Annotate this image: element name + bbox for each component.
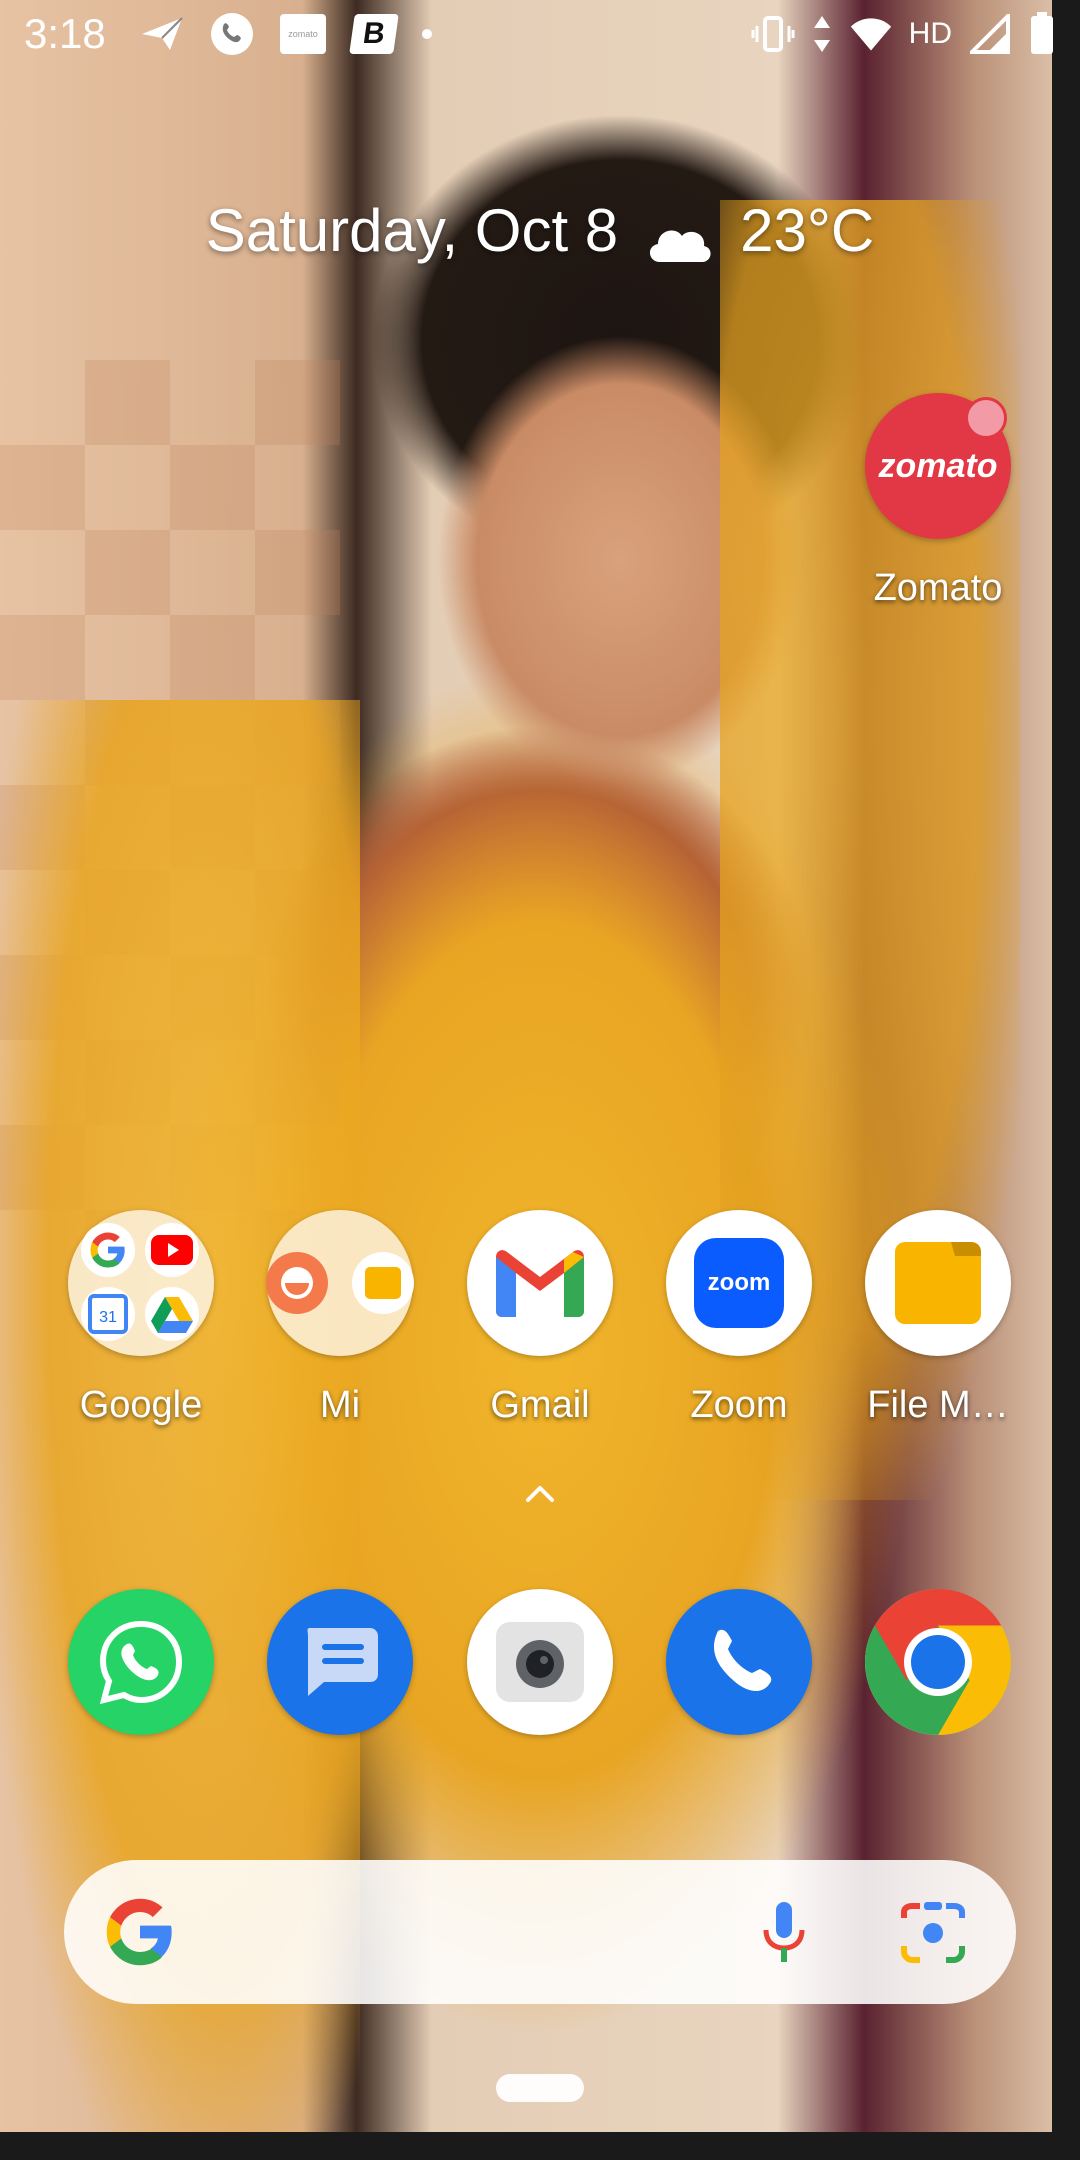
app-label: Zomato — [873, 567, 1003, 609]
app-label: Google — [79, 1384, 203, 1426]
dock-camera[interactable] — [445, 1589, 635, 1735]
folder-preview-grid — [266, 1252, 414, 1314]
mi-app-icon — [266, 1252, 328, 1314]
notification-badge — [965, 397, 1007, 439]
at-a-glance-widget[interactable]: Saturday, Oct 8 23°C — [0, 196, 1080, 265]
google-g-icon[interactable] — [102, 1894, 178, 1970]
chrome-icon[interactable] — [865, 1589, 1011, 1735]
date-label[interactable]: Saturday, Oct 8 — [206, 196, 618, 265]
microphone-icon[interactable] — [754, 1900, 814, 1964]
zoom-logo: zoom — [694, 1238, 784, 1328]
wifi-icon — [849, 12, 893, 56]
gmail-icon[interactable] — [467, 1210, 613, 1356]
app-zoom[interactable]: zoom Zoom — [644, 1210, 834, 1427]
temperature-label[interactable]: 23°C — [740, 196, 874, 265]
network-type-label: HD — [908, 17, 952, 50]
svg-text:31: 31 — [99, 1309, 117, 1326]
whatsapp-icon[interactable] — [68, 1589, 214, 1735]
mi-file-icon — [352, 1252, 414, 1314]
send-icon — [140, 12, 184, 56]
screen-edge-bottom — [0, 2132, 1080, 2160]
google-g-icon — [81, 1223, 135, 1277]
dock-whatsapp[interactable] — [46, 1589, 236, 1735]
phone-call-icon — [210, 12, 254, 56]
cloud-icon[interactable] — [644, 209, 714, 262]
file-manager-icon[interactable] — [865, 1210, 1011, 1356]
dock-messages[interactable] — [245, 1589, 435, 1735]
google-lens-icon[interactable] — [898, 1898, 968, 1966]
home-screen: 3:18 zomato B HD Saturday, Oct 8 23°C zo… — [0, 0, 1080, 2160]
camera-icon[interactable] — [467, 1589, 613, 1735]
dock-chrome[interactable] — [843, 1589, 1033, 1735]
folder-google[interactable]: 31 Google — [46, 1210, 236, 1427]
app-drawer-chevron-icon[interactable] — [524, 1482, 556, 1506]
drive-icon — [145, 1287, 199, 1341]
app-label: Gmail — [490, 1384, 590, 1426]
screen-edge-right — [1052, 0, 1080, 2160]
app-label: File M… — [867, 1384, 1009, 1426]
google-folder-icon[interactable]: 31 — [68, 1210, 214, 1356]
gesture-nav-handle[interactable] — [496, 2074, 584, 2102]
status-bar[interactable]: 3:18 zomato B HD — [0, 0, 1080, 70]
zoom-icon[interactable]: zoom — [666, 1210, 812, 1356]
app-zomato[interactable]: zomato Zomato — [843, 393, 1033, 610]
folder-mi[interactable]: Mi — [245, 1210, 435, 1427]
dock-phone[interactable] — [644, 1589, 834, 1735]
app-label: Zoom — [690, 1384, 788, 1426]
vibrate-icon — [751, 12, 795, 56]
b-notification-icon: B — [349, 14, 399, 54]
calendar-icon: 31 — [81, 1287, 135, 1341]
app-gmail[interactable]: Gmail — [445, 1210, 635, 1427]
notification-icons: zomato B — [140, 12, 432, 56]
google-search-bar[interactable] — [64, 1860, 1016, 2004]
data-arrows-icon — [811, 12, 833, 56]
phone-icon[interactable] — [666, 1589, 812, 1735]
app-label: Mi — [319, 1384, 361, 1426]
mi-folder-icon[interactable] — [266, 1210, 414, 1356]
app-file-manager[interactable]: File M… — [843, 1210, 1033, 1427]
zomato-logo-text: zomato — [878, 446, 998, 485]
messages-icon[interactable] — [267, 1589, 413, 1735]
youtube-icon — [145, 1223, 199, 1277]
signal-icon — [968, 12, 1012, 56]
zomato-notification-icon: zomato — [280, 14, 326, 54]
folder-preview-grid: 31 — [81, 1223, 201, 1343]
zomato-icon[interactable]: zomato — [865, 393, 1011, 539]
status-time: 3:18 — [24, 10, 106, 57]
more-dot-icon — [422, 29, 432, 39]
battery-icon — [1028, 12, 1056, 56]
system-icons: HD — [751, 12, 1056, 56]
